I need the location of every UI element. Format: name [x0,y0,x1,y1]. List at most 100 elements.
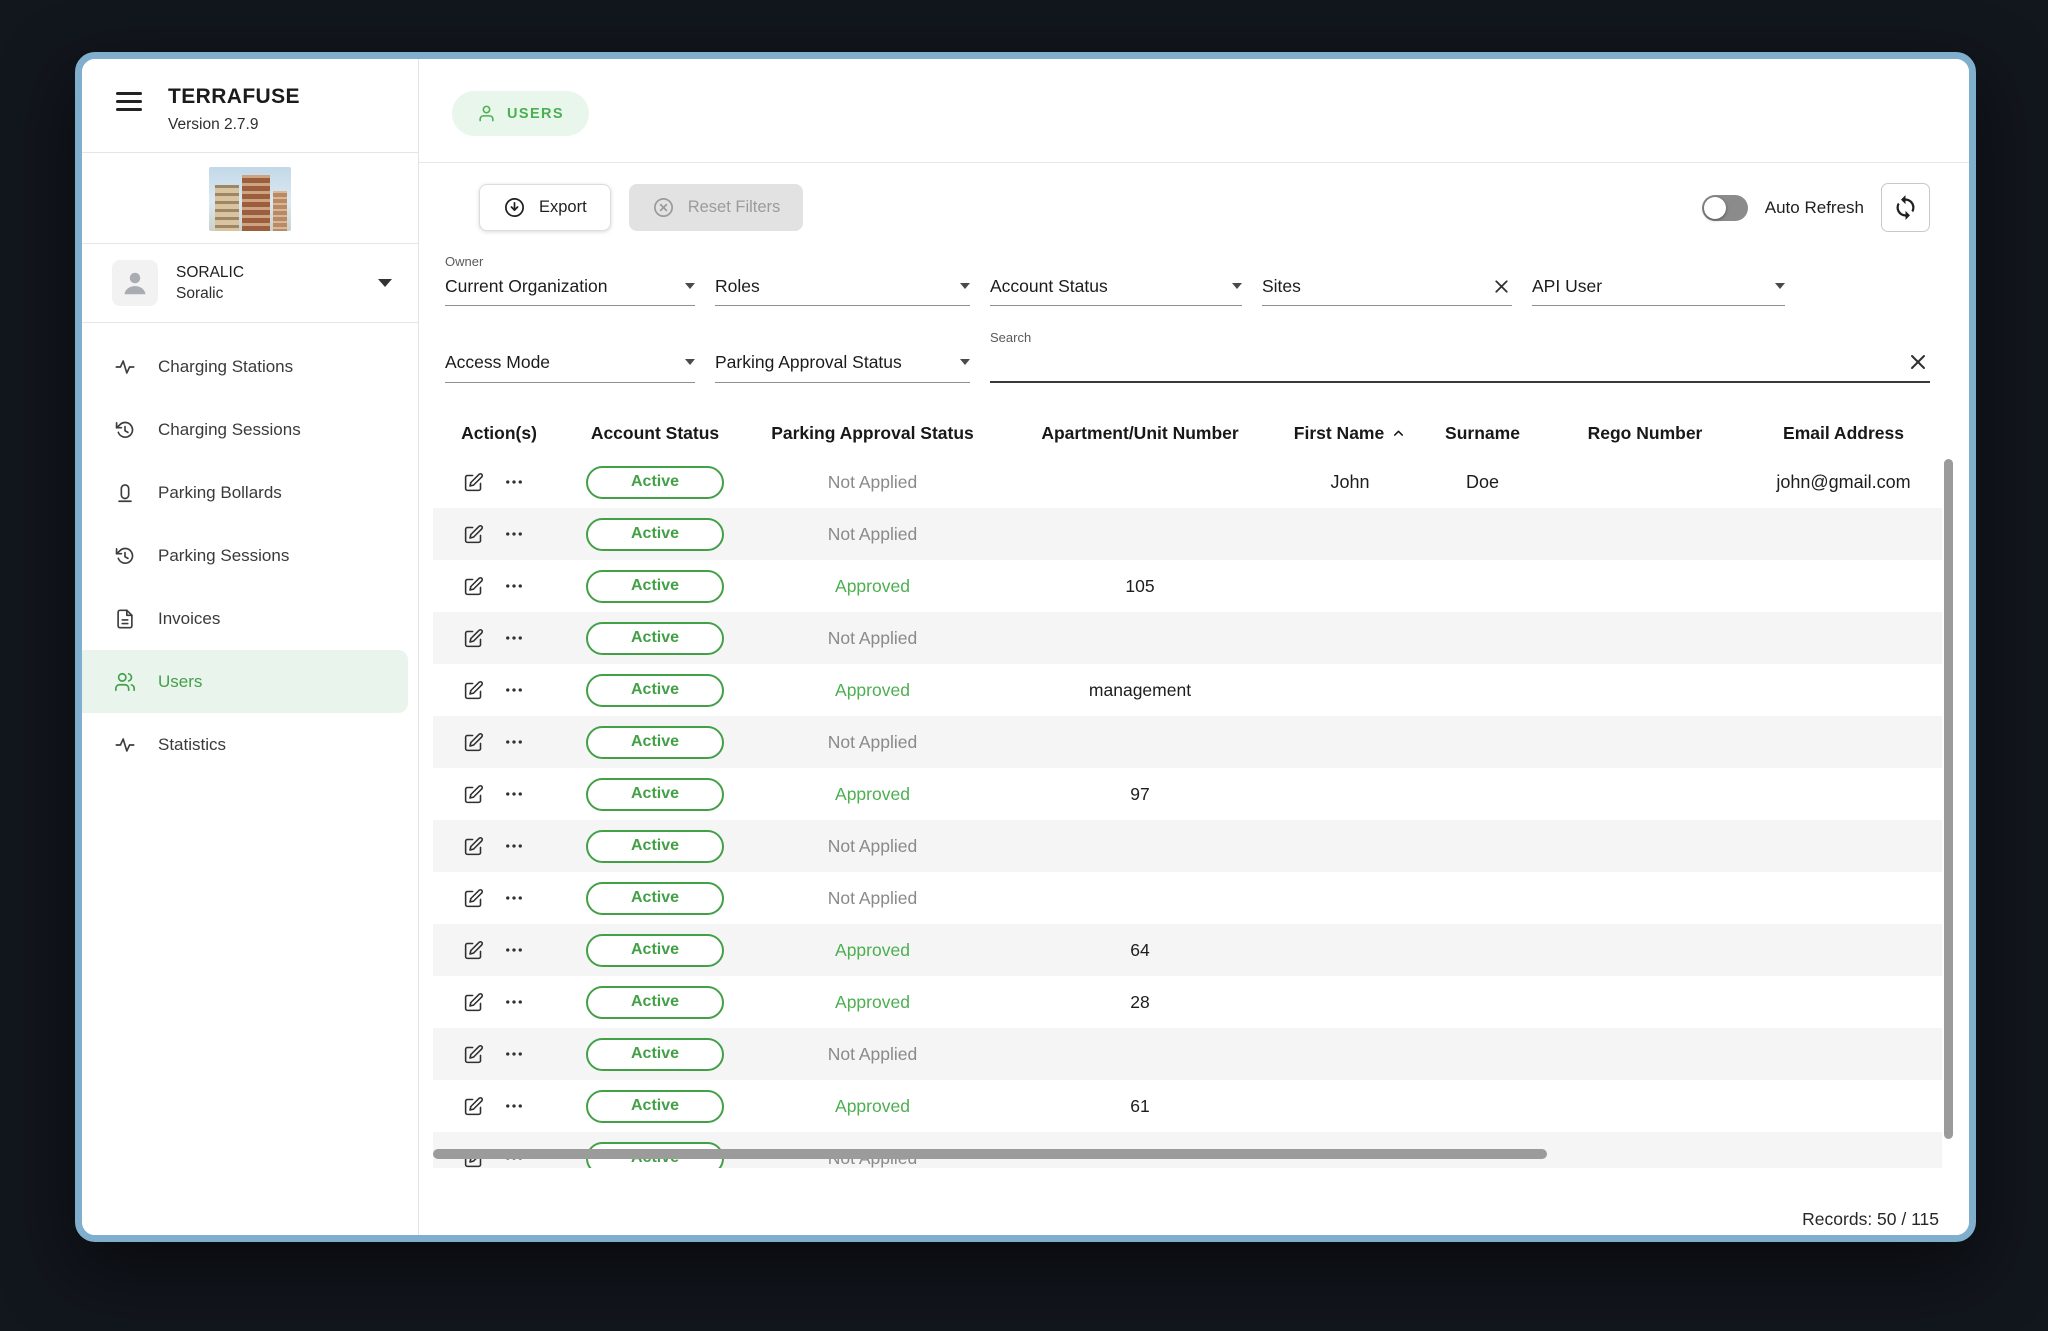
filter-owner-label: Owner [445,254,695,271]
records-count: Records: 50 / 115 [1802,1209,1939,1230]
sidebar-item-users[interactable]: Users [82,650,408,713]
row-menu-button[interactable] [504,888,524,908]
filter-sites-select[interactable]: Sites [1262,254,1512,306]
search-label: Search [990,330,1930,347]
column-header-apartment[interactable]: Apartment/Unit Number [1000,423,1280,444]
filter-owner-select[interactable]: Owner Current Organization [445,254,695,306]
more-menu-icon [504,888,524,908]
sidebar-item-charging-stations[interactable]: Charging Stations [82,335,408,398]
account-status-badge: Active [586,1090,724,1123]
account-status-badge: Active [586,674,724,707]
surname-cell: Doe [1420,472,1545,493]
row-menu-button[interactable] [504,628,524,648]
row-menu-button[interactable] [504,472,524,492]
history-icon [114,545,136,567]
edit-row-button[interactable] [463,680,484,701]
filter-account-status-select[interactable]: Account Status [990,254,1242,306]
more-menu-icon [504,472,524,492]
row-actions [433,992,565,1013]
filter-api-user-value: API User [1532,276,1602,297]
more-menu-icon [504,784,524,804]
column-header-parking-approval[interactable]: Parking Approval Status [745,423,1000,444]
table-row: ActiveNot Applied [433,612,1942,664]
column-header-rego[interactable]: Rego Number [1545,423,1745,444]
edit-row-button[interactable] [463,472,484,493]
filter-parking-approval-select[interactable]: Parking Approval Status [715,330,970,383]
row-menu-button[interactable] [504,836,524,856]
row-actions [433,784,565,805]
row-menu-button[interactable] [504,576,524,596]
table-row: ActiveNot AppliedJohnDoejohn@gmail.com [433,456,1942,508]
row-menu-button[interactable] [504,1044,524,1064]
sidebar-item-parking-sessions[interactable]: Parking Sessions [82,524,408,587]
filters-row-2: Access Mode Parking Approval Status Sear… [445,330,1930,383]
users-page-chip[interactable]: USERS [452,91,589,136]
account-status-badge: Active [586,778,724,811]
first-name-cell: John [1280,472,1420,493]
row-menu-button[interactable] [504,940,524,960]
edit-row-button[interactable] [463,888,484,909]
parking-approval-status: Approved [835,784,910,804]
chevron-down-icon [685,359,695,365]
row-menu-button[interactable] [504,732,524,752]
hamburger-menu-icon[interactable] [116,92,142,111]
filter-roles-select[interactable]: Roles [715,254,970,306]
column-header-first-name[interactable]: First Name [1280,423,1420,444]
edit-icon [463,472,484,493]
sidebar-item-charging-sessions[interactable]: Charging Sessions [82,398,408,461]
row-menu-button[interactable] [504,680,524,700]
sidebar-item-label: Statistics [158,735,226,755]
row-menu-button[interactable] [504,784,524,804]
filter-owner-value: Current Organization [445,276,607,297]
edit-row-button[interactable] [463,836,484,857]
building-photo [209,167,291,231]
edit-row-button[interactable] [463,732,484,753]
row-menu-button[interactable] [504,992,524,1012]
person-icon [120,268,150,298]
row-menu-button[interactable] [504,1096,524,1116]
sidebar-item-parking-bollards[interactable]: Parking Bollards [82,461,408,524]
export-button[interactable]: Export [479,184,611,231]
edit-icon [463,940,484,961]
parking-approval-status: Approved [835,1096,910,1116]
more-menu-icon [504,628,524,648]
auto-refresh-toggle[interactable] [1702,195,1748,221]
organization-name: SORALIC [176,264,244,282]
clear-icon[interactable] [1491,276,1512,297]
reset-filters-button[interactable]: Reset Filters [629,184,804,231]
row-actions [433,524,565,545]
edit-row-button[interactable] [463,992,484,1013]
edit-row-button[interactable] [463,576,484,597]
row-menu-button[interactable] [504,524,524,544]
edit-icon [463,732,484,753]
organization-selector[interactable]: SORALIC Soralic [82,244,418,322]
account-status-badge: Active [586,986,724,1019]
column-header-email[interactable]: Email Address [1745,423,1942,444]
edit-row-button[interactable] [463,1096,484,1117]
search-input[interactable]: Search [990,330,1930,383]
edit-icon [463,576,484,597]
column-header-account-status[interactable]: Account Status [565,423,745,444]
edit-row-button[interactable] [463,524,484,545]
edit-row-button[interactable] [463,784,484,805]
refresh-button[interactable] [1881,183,1930,232]
vertical-scrollbar[interactable] [1944,459,1953,1139]
sidebar-item-invoices[interactable]: Invoices [82,587,408,650]
refresh-icon [1892,194,1919,221]
edit-row-button[interactable] [463,940,484,961]
chevron-down-icon [960,283,970,289]
toolbar: Export Reset Filters Auto Refresh [479,183,1930,232]
filter-api-user-select[interactable]: API User [1532,254,1785,306]
edit-row-button[interactable] [463,628,484,649]
page-chip-label: USERS [507,106,564,122]
row-actions [433,732,565,753]
filter-access-mode-select[interactable]: Access Mode [445,330,695,383]
horizontal-scrollbar[interactable] [433,1149,1547,1159]
sidebar-item-statistics[interactable]: Statistics [82,713,408,776]
clear-search-icon[interactable] [1906,350,1930,374]
more-menu-icon [504,1096,524,1116]
desktop-background: TERRAFUSE Version 2.7.9 SORALIC Soralic [0,0,2048,1331]
column-header-surname[interactable]: Surname [1420,423,1545,444]
pulse-icon [114,734,136,756]
edit-row-button[interactable] [463,1044,484,1065]
